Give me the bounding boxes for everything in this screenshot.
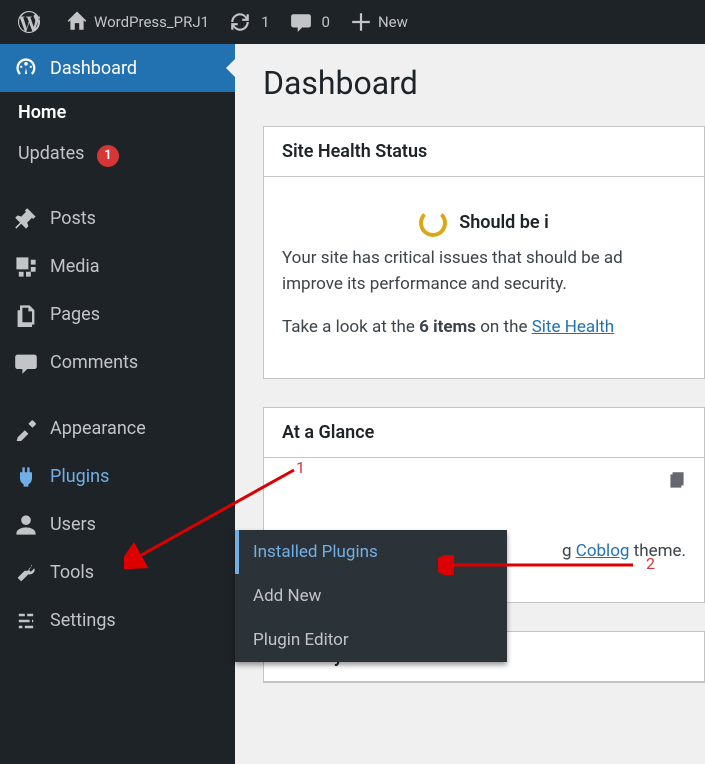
- menu-dashboard-label: Dashboard: [50, 58, 137, 79]
- flyout-plugin-editor[interactable]: Plugin Editor: [235, 618, 507, 662]
- new-content-button[interactable]: New: [340, 0, 418, 44]
- tools-icon: [14, 561, 38, 585]
- flyout-installed-plugins[interactable]: Installed Plugins: [235, 530, 507, 574]
- menu-comments-label: Comments: [50, 352, 138, 373]
- at-a-glance-heading: At a Glance: [264, 408, 704, 458]
- menu-settings-label: Settings: [50, 610, 116, 631]
- menu-separator: [0, 177, 235, 195]
- dashboard-submenu: Home Updates 1: [0, 92, 235, 177]
- media-icon: [14, 255, 38, 279]
- menu-separator: [0, 387, 235, 405]
- admin-toolbar: WordPress_PRJ1 1 0 New: [0, 0, 705, 44]
- comments-toolbar-button[interactable]: 0: [280, 0, 340, 44]
- site-health-link[interactable]: Site Health: [532, 317, 614, 337]
- submenu-updates[interactable]: Updates 1: [0, 133, 235, 177]
- updates-badge: 1: [97, 145, 119, 167]
- site-health-heading: Site Health Status: [264, 127, 704, 177]
- plugins-flyout: Installed Plugins Add New Plugin Editor: [235, 530, 507, 662]
- site-health-text-3c: on the: [476, 317, 532, 337]
- site-health-text-2: improve its performance and security.: [282, 274, 567, 294]
- menu-plugins[interactable]: Plugins: [0, 453, 235, 501]
- wordpress-logo-menu[interactable]: [8, 0, 56, 44]
- wordpress-icon: [18, 11, 40, 33]
- site-health-status: Should be i: [282, 195, 686, 245]
- site-health-item-count: 6 items: [419, 317, 476, 337]
- at-a-glance-icon-row: [264, 458, 704, 492]
- pin-icon: [14, 207, 38, 231]
- submenu-home[interactable]: Home: [0, 92, 235, 133]
- settings-icon: [14, 609, 38, 633]
- site-health-body: Should be i Your site has critical issue…: [264, 177, 704, 378]
- site-health-text-3a: Take a look at the: [282, 317, 419, 337]
- menu-posts-label: Posts: [50, 208, 96, 229]
- status-label: Should be i: [459, 209, 549, 237]
- theme-text-pre: g: [562, 541, 576, 561]
- menu-dashboard[interactable]: Dashboard: [0, 44, 235, 92]
- comments-count: 0: [322, 13, 330, 31]
- updates-toolbar-button[interactable]: 1: [219, 0, 279, 44]
- menu-comments[interactable]: Comments: [0, 339, 235, 387]
- pages-icon: [14, 303, 38, 327]
- site-health-text-1: Your site has critical issues that shoul…: [282, 248, 623, 268]
- pages-stack-icon: [666, 470, 688, 492]
- menu-plugins-label: Plugins: [50, 466, 109, 487]
- update-icon: [229, 11, 251, 33]
- submenu-updates-label: Updates: [18, 143, 84, 164]
- admin-sidebar: Dashboard Home Updates 1 Posts Media Pag…: [0, 44, 235, 764]
- menu-users-label: Users: [50, 514, 96, 535]
- menu-tools-label: Tools: [50, 562, 94, 583]
- menu-tools[interactable]: Tools: [0, 549, 235, 597]
- theme-link[interactable]: Coblog: [576, 541, 630, 561]
- menu-media[interactable]: Media: [0, 243, 235, 291]
- theme-text-post: theme.: [629, 541, 686, 561]
- menu-appearance[interactable]: Appearance: [0, 405, 235, 453]
- plus-icon: [350, 11, 372, 33]
- menu-media-label: Media: [50, 256, 100, 277]
- page-title: Dashboard: [263, 64, 705, 102]
- updates-count: 1: [261, 13, 269, 31]
- menu-appearance-label: Appearance: [50, 418, 146, 439]
- home-icon: [66, 11, 88, 33]
- plugin-icon: [14, 465, 38, 489]
- comments-icon: [14, 351, 38, 375]
- menu-settings[interactable]: Settings: [0, 597, 235, 645]
- new-label: New: [378, 13, 408, 31]
- status-spinner-icon: [419, 209, 447, 237]
- dashboard-icon: [14, 56, 38, 80]
- site-name-text: WordPress_PRJ1: [94, 13, 209, 31]
- users-icon: [14, 513, 38, 537]
- site-health-panel: Site Health Status Should be i Your site…: [263, 126, 705, 379]
- appearance-icon: [14, 417, 38, 441]
- menu-posts[interactable]: Posts: [0, 195, 235, 243]
- menu-users[interactable]: Users: [0, 501, 235, 549]
- flyout-add-new[interactable]: Add New: [235, 574, 507, 618]
- site-name-link[interactable]: WordPress_PRJ1: [56, 0, 219, 44]
- comment-icon: [290, 11, 312, 33]
- menu-pages[interactable]: Pages: [0, 291, 235, 339]
- menu-pages-label: Pages: [50, 304, 100, 325]
